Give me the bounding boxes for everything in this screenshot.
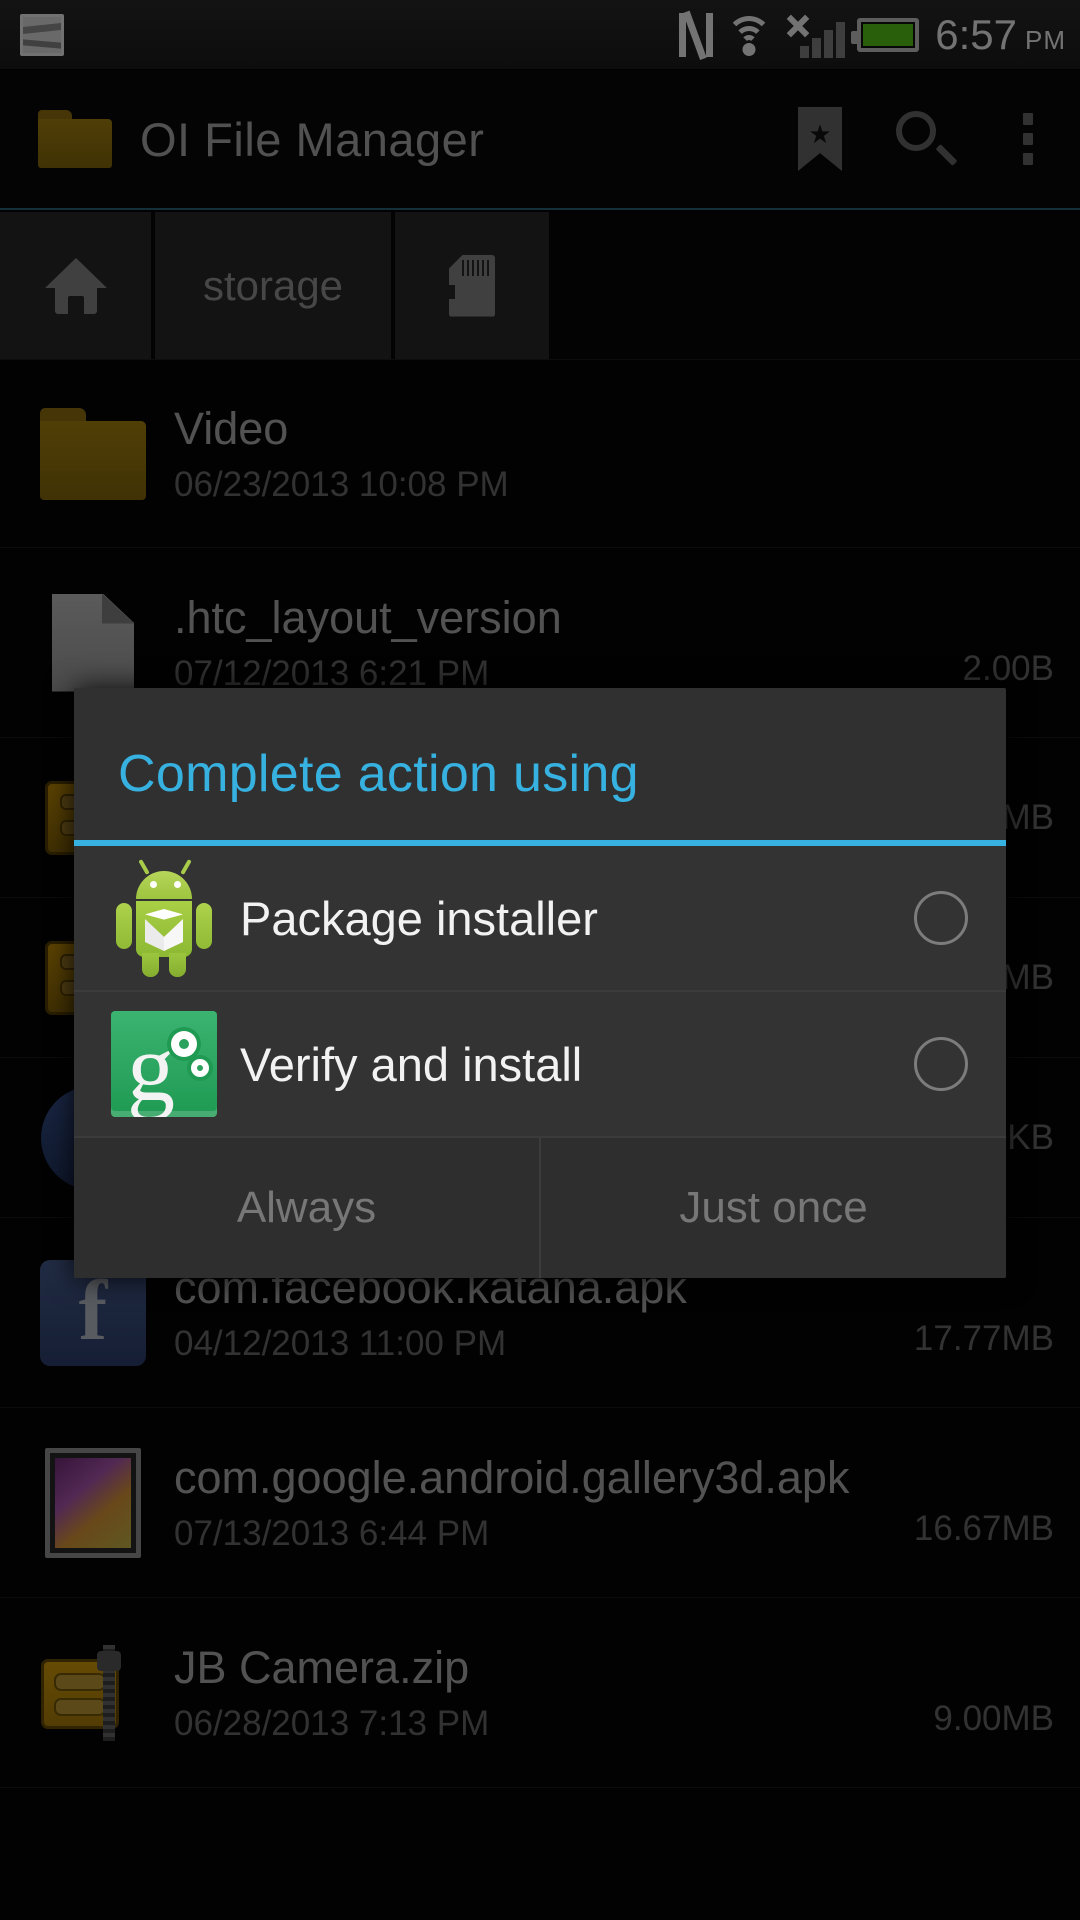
status-bar-left — [0, 13, 679, 56]
dialog-option-label: Package installer — [240, 891, 598, 945]
file-name: com.google.android.gallery3d.apk — [174, 1451, 850, 1503]
screenshot-icon — [20, 13, 64, 56]
breadcrumb-label-storage: storage — [202, 261, 344, 309]
search-button[interactable] — [872, 69, 976, 209]
breadcrumb-item-sdcard[interactable] — [395, 212, 553, 359]
table-row[interactable]: com.google.android.gallery3d.apk 07/13/2… — [0, 1408, 1080, 1598]
file-date: 07/13/2013 6:44 PM — [174, 1513, 490, 1553]
action-bar: OI File Manager ★ — [0, 70, 1080, 210]
nfc-icon — [679, 10, 714, 60]
dialog-buttons: Always Just once — [74, 1138, 1006, 1278]
status-bar: 6:57 PM — [0, 0, 1080, 70]
dialog-option-package-installer[interactable]: Package installer — [74, 846, 1006, 992]
sd-card-icon — [449, 254, 495, 317]
breadcrumb: storage — [0, 212, 1080, 360]
phone-screen: 6:57 PM OI File Manager ★ storage Video … — [0, 0, 1080, 1920]
file-icon — [34, 593, 152, 692]
android-package-installer-icon — [104, 859, 224, 977]
battery-icon — [851, 17, 920, 52]
overflow-menu-button[interactable] — [976, 69, 1080, 209]
file-date: 06/23/2013 10:08 PM — [174, 464, 509, 504]
file-size: 17.77MB — [913, 1318, 1054, 1358]
app-folder-icon — [38, 110, 112, 168]
status-bar-right: 6:57 PM — [679, 10, 1080, 60]
home-icon — [44, 257, 107, 314]
clock-ampm: PM — [1025, 24, 1066, 55]
table-row[interactable]: Video 06/23/2013 10:08 PM — [0, 360, 1080, 548]
clock-time: 6:57 — [935, 10, 1017, 58]
file-name: .htc_layout_version — [174, 591, 562, 643]
just-once-button[interactable]: Just once — [539, 1138, 1006, 1278]
breadcrumb-item-home[interactable] — [0, 212, 155, 359]
file-size: 2.00B — [962, 648, 1054, 688]
status-bar-clock: 6:57 PM — [935, 11, 1066, 59]
bookmark-icon: ★ — [798, 107, 842, 171]
file-name: Video — [174, 402, 289, 454]
table-row[interactable]: JB Camera.zip 06/28/2013 7:13 PM 9.00MB — [0, 1598, 1080, 1788]
overflow-menu-icon — [1023, 113, 1033, 165]
dialog-option-label: Verify and install — [240, 1037, 583, 1091]
file-name: JB Camera.zip — [174, 1641, 470, 1693]
dialog-option-radio[interactable] — [914, 891, 968, 945]
file-size: 9.00MB — [933, 1698, 1054, 1738]
dialog-option-verify-and-install[interactable]: g Verify and install — [74, 992, 1006, 1138]
breadcrumb-item-storage[interactable]: storage — [155, 212, 395, 359]
dialog-title: Complete action using — [118, 745, 639, 803]
signal-icon-no-service — [785, 12, 846, 58]
google-verify-icon: g — [104, 1011, 224, 1117]
gallery-icon — [34, 1447, 152, 1558]
complete-action-dialog: Complete action using Package installer — [74, 688, 1006, 1278]
file-date: 06/28/2013 7:13 PM — [174, 1703, 490, 1743]
file-size: 16.67MB — [913, 1508, 1054, 1548]
app-title: OI File Manager — [140, 112, 485, 166]
file-date: 04/12/2013 11:00 PM — [174, 1323, 507, 1363]
zip-icon — [34, 1644, 152, 1741]
bookmark-button[interactable]: ★ — [768, 69, 872, 209]
folder-icon — [34, 407, 152, 500]
wifi-icon — [725, 14, 773, 56]
search-icon — [896, 111, 958, 167]
dialog-option-radio[interactable] — [914, 1037, 968, 1091]
always-button[interactable]: Always — [74, 1138, 539, 1278]
